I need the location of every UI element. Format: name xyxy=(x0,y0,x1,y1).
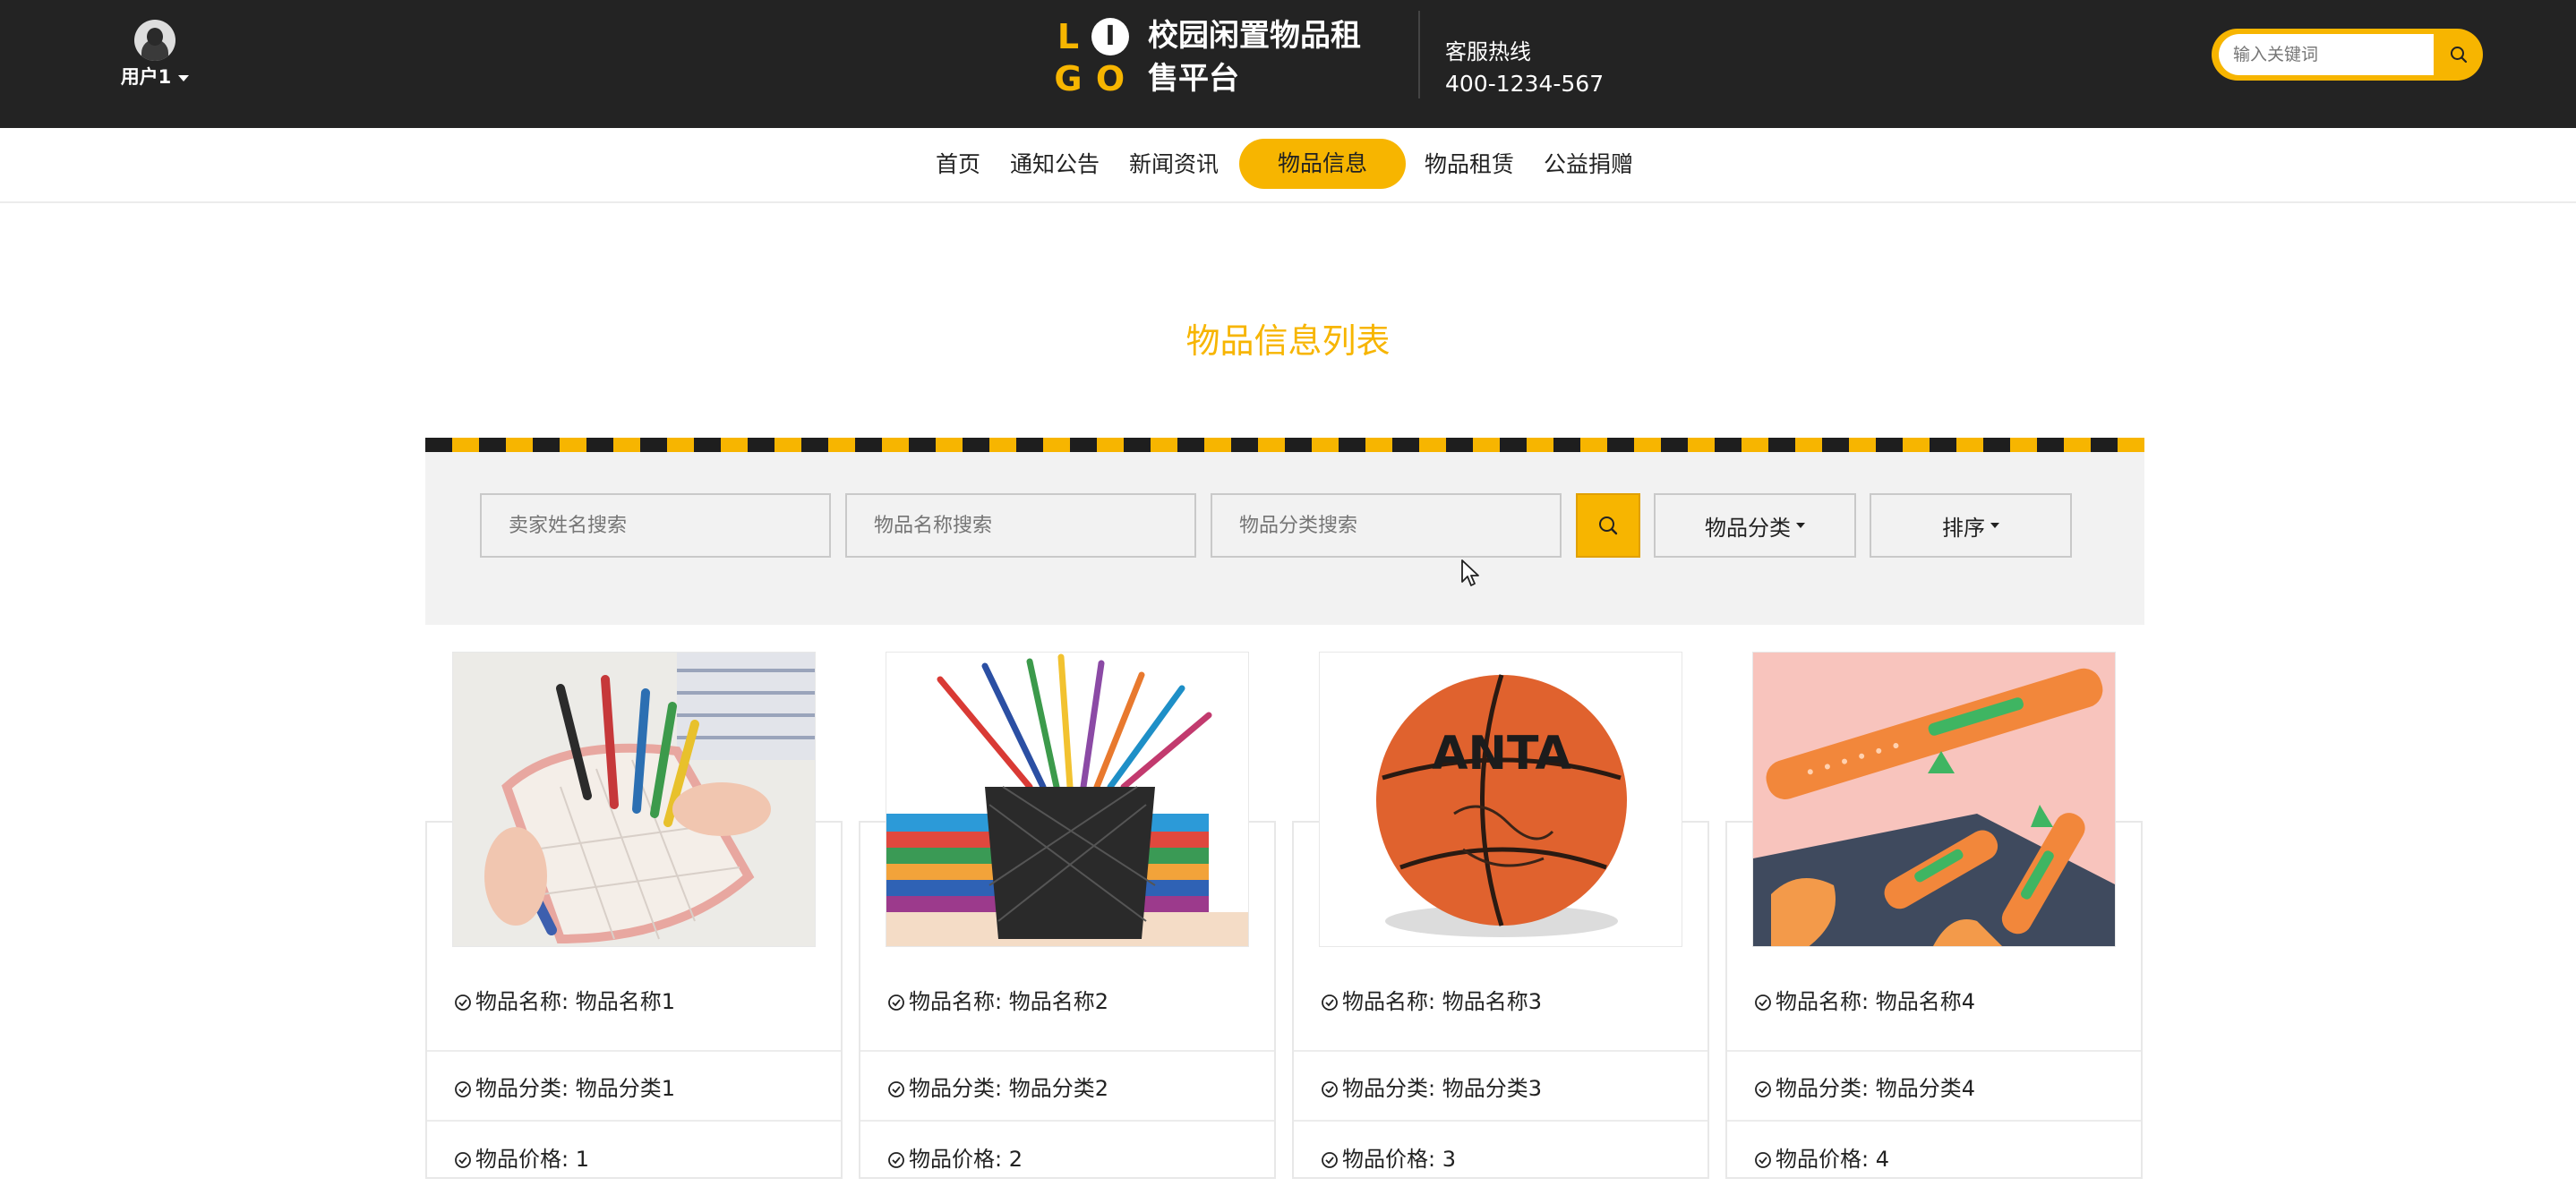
product-price: 物品价格: 1 xyxy=(475,1147,589,1172)
basketball-brand: ANTA xyxy=(1432,727,1570,781)
search-button[interactable] xyxy=(2441,34,2477,75)
check-circle-icon xyxy=(888,994,904,1011)
product-price-row: 物品价格: 4 xyxy=(1727,1123,2141,1191)
avatar[interactable] xyxy=(134,20,175,61)
header-divider xyxy=(1418,11,1420,98)
check-circle-icon xyxy=(455,1152,471,1168)
product-category: 物品分类: 物品分类1 xyxy=(475,1076,675,1101)
filter-search-button[interactable] xyxy=(1576,493,1640,558)
product-category-row: 物品分类: 物品分类3 xyxy=(1294,1054,1707,1122)
product-price-row: 物品价格: 3 xyxy=(1294,1123,1707,1191)
product-price-row: 物品价格: 2 xyxy=(860,1123,1274,1191)
product-price: 物品价格: 2 xyxy=(909,1147,1023,1172)
sort-dropdown[interactable]: 排序 xyxy=(1870,493,2072,558)
hotline-number: 400-1234-567 xyxy=(1445,71,1605,97)
site-logo[interactable]: L I G O xyxy=(1049,18,1130,98)
nav-item-home[interactable]: 首页 xyxy=(936,148,980,182)
carrot-cutter-image-art xyxy=(1753,653,2115,946)
user-name: 用户1 xyxy=(120,66,172,88)
user-menu[interactable]: 用户1 xyxy=(115,20,195,90)
product-price: 物品价格: 3 xyxy=(1342,1147,1456,1172)
search-icon xyxy=(1599,516,1618,535)
main-nav: 首页 通知公告 新闻资讯 物品信息 物品租赁 公益捐赠 xyxy=(0,128,2576,203)
carrot-cutter-image[interactable] xyxy=(1752,652,2116,947)
check-circle-icon xyxy=(888,1081,904,1097)
search-icon xyxy=(2451,47,2468,64)
chevron-down-icon xyxy=(1990,523,1999,528)
product-category-row: 物品分类: 物品分类1 xyxy=(427,1054,841,1122)
chevron-down-icon xyxy=(1796,523,1805,528)
nav-item-notices[interactable]: 通知公告 xyxy=(1010,148,1100,182)
product-name: 物品名称: 物品名称1 xyxy=(475,989,675,1014)
check-circle-icon xyxy=(1322,1081,1338,1097)
product-name: 物品名称: 物品名称2 xyxy=(909,989,1108,1014)
top-header: 用户1 L I G O 校园闲置物品租售平台 客服热线 400-1234-567 xyxy=(0,0,2576,128)
product-category-row: 物品分类: 物品分类2 xyxy=(860,1054,1274,1122)
logo-letter: G xyxy=(1054,59,1083,98)
category-dropdown-label: 物品分类 xyxy=(1705,515,1791,541)
hotline: 客服热线 400-1234-567 xyxy=(1445,36,1604,100)
check-circle-icon xyxy=(1755,1081,1771,1097)
sort-dropdown-label: 排序 xyxy=(1942,515,1985,541)
check-circle-icon xyxy=(455,1081,471,1097)
nav-item-donation[interactable]: 公益捐赠 xyxy=(1544,148,1633,182)
check-circle-icon xyxy=(455,994,471,1011)
product-name: 物品名称: 物品名称3 xyxy=(1342,989,1542,1014)
logo-letter: O xyxy=(1095,59,1125,98)
colored-pencils-image-art xyxy=(886,653,1248,946)
product-price: 物品价格: 4 xyxy=(1776,1147,1889,1172)
nav-item-news[interactable]: 新闻资讯 xyxy=(1129,148,1219,182)
item-category-search-input[interactable] xyxy=(1211,493,1562,558)
site-name: 校园闲置物品租售平台 xyxy=(1148,18,1361,97)
nav-item-rental[interactable]: 物品租赁 xyxy=(1425,148,1514,182)
category-dropdown[interactable]: 物品分类 xyxy=(1654,493,1856,558)
page-title: 物品信息列表 xyxy=(1185,321,1391,361)
basketball-image[interactable]: ANTA xyxy=(1319,652,1682,947)
basketball-image-art: ANTA xyxy=(1320,653,1682,946)
pencil-case-image-art xyxy=(453,653,815,946)
check-circle-icon xyxy=(1755,994,1771,1011)
product-name-row: 物品名称: 物品名称3 xyxy=(1294,984,1707,1052)
seller-name-search-input[interactable] xyxy=(480,493,831,558)
item-name-search-input[interactable] xyxy=(845,493,1196,558)
pencil-case-image[interactable] xyxy=(452,652,816,947)
product-price-row: 物品价格: 1 xyxy=(427,1123,841,1191)
product-name: 物品名称: 物品名称4 xyxy=(1776,989,1975,1014)
product-category-row: 物品分类: 物品分类4 xyxy=(1727,1054,2141,1122)
product-name-row: 物品名称: 物品名称1 xyxy=(427,984,841,1052)
colored-pencils-image[interactable] xyxy=(886,652,1249,947)
mouse-cursor-icon xyxy=(1461,559,1479,586)
product-category: 物品分类: 物品分类4 xyxy=(1776,1076,1975,1101)
logo-letter: I xyxy=(1091,18,1129,55)
check-circle-icon xyxy=(1755,1152,1771,1168)
filter-panel: 物品分类 排序 xyxy=(425,452,2144,625)
header-search xyxy=(2212,29,2483,81)
check-circle-icon xyxy=(1322,994,1338,1011)
check-circle-icon xyxy=(1322,1152,1338,1168)
chevron-down-icon xyxy=(178,74,190,81)
nav-item-items[interactable]: 物品信息 xyxy=(1239,139,1406,189)
check-circle-icon xyxy=(888,1152,904,1168)
decorative-stripe xyxy=(425,438,2144,452)
product-category: 物品分类: 物品分类3 xyxy=(1342,1076,1542,1101)
product-category: 物品分类: 物品分类2 xyxy=(909,1076,1108,1101)
keyword-search-input[interactable] xyxy=(2219,34,2434,75)
product-name-row: 物品名称: 物品名称2 xyxy=(860,984,1274,1052)
logo-letter: L xyxy=(1057,17,1080,56)
hotline-label: 客服热线 xyxy=(1445,39,1531,64)
product-name-row: 物品名称: 物品名称4 xyxy=(1727,984,2141,1052)
